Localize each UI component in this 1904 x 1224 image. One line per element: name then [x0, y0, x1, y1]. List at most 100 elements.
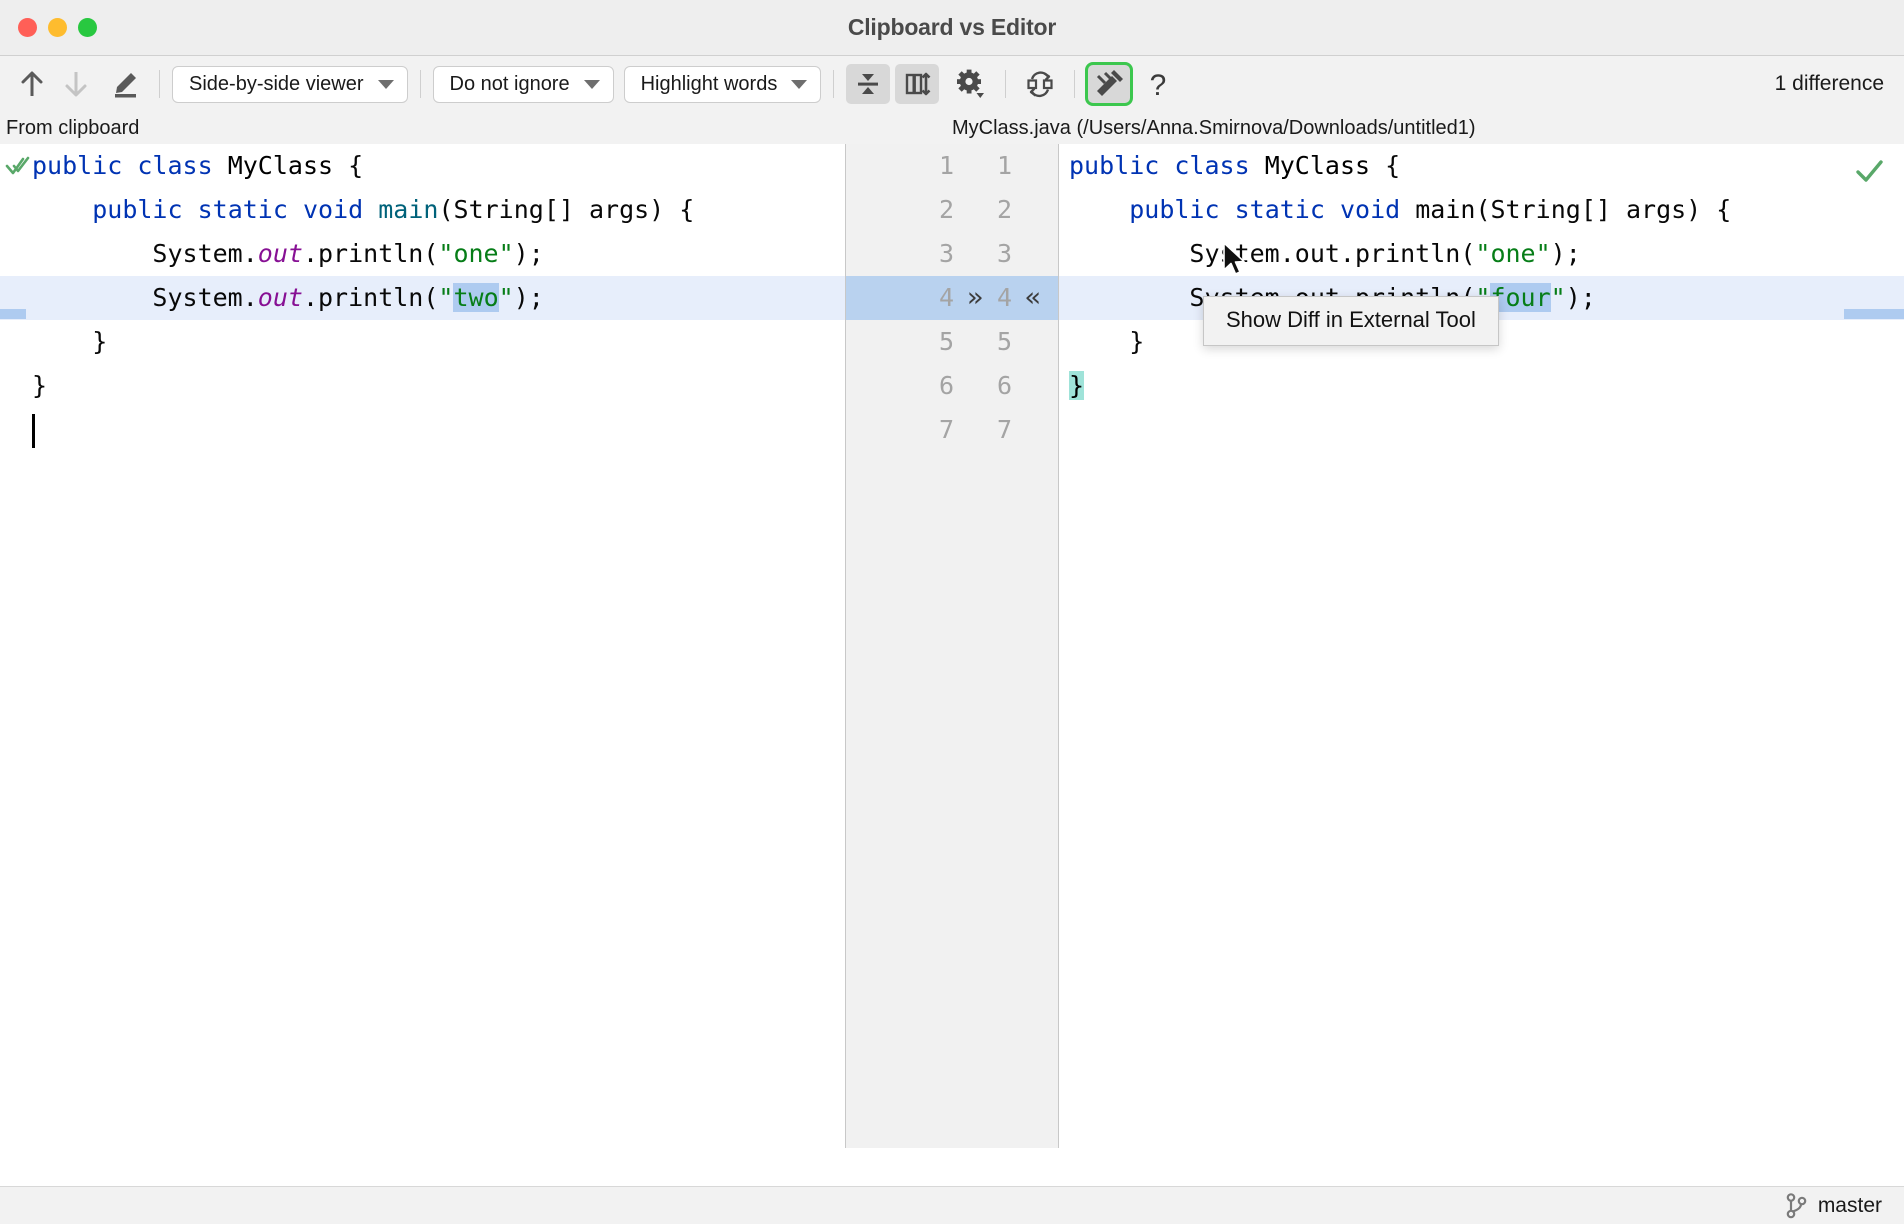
diff-content: public class MyClass { public static voi… — [0, 144, 1904, 1186]
highlight-mode-label: Highlight words — [641, 73, 778, 96]
right-line-number: 3 — [976, 232, 1012, 276]
swap-sides-icon — [1025, 69, 1055, 99]
help-question-icon: ? — [1145, 68, 1171, 100]
accept-left-arrow-icon[interactable]: « — [1018, 276, 1048, 320]
code-token — [1159, 151, 1174, 180]
code-token: } — [32, 371, 47, 400]
chevron-down-icon — [791, 80, 807, 89]
right-pane-title: MyClass.java (/Users/Anna.Smirnova/Downl… — [952, 112, 1476, 144]
gutter-row[interactable]: 33 — [846, 232, 1058, 276]
code-token: System. — [32, 283, 258, 312]
code-token: (String[] args) { — [438, 195, 694, 224]
gear-icon — [955, 68, 987, 100]
synchronize-scrolling-button[interactable] — [895, 64, 939, 104]
code-token — [1325, 195, 1340, 224]
diff-settings-button[interactable] — [949, 64, 993, 104]
gutter-row[interactable]: 77 — [846, 408, 1058, 452]
git-branch-label[interactable]: master — [1818, 1194, 1882, 1218]
code-token: static — [198, 195, 288, 224]
viewer-mode-dropdown[interactable]: Side-by-side viewer — [172, 66, 408, 103]
left-line-number: 2 — [846, 188, 954, 232]
gutter-row[interactable]: 22 — [846, 188, 1058, 232]
code-token: { — [1370, 151, 1400, 180]
right-line-number: 2 — [976, 188, 1012, 232]
left-line-number: 1 — [846, 144, 954, 188]
code-line[interactable]: System.out.println("two"); — [0, 276, 845, 320]
code-line[interactable]: } — [0, 320, 845, 364]
code-line[interactable]: public class MyClass { — [1059, 144, 1904, 188]
left-line-number: 4 — [846, 276, 954, 320]
code-line[interactable]: public class MyClass { — [0, 144, 845, 188]
right-line-number: 6 — [976, 364, 1012, 408]
pane-titles: From clipboard MyClass.java (/Users/Anna… — [0, 112, 1904, 144]
code-token: System. — [32, 239, 258, 268]
code-token: class — [137, 151, 212, 180]
code-token: MyClass — [1265, 151, 1370, 180]
left-code-text[interactable]: public class MyClass { public static voi… — [0, 144, 845, 452]
code-token: public — [92, 195, 182, 224]
code-line[interactable] — [1059, 408, 1904, 452]
code-line[interactable]: System.out.println("one"); — [0, 232, 845, 276]
status-bar: master — [0, 1186, 1904, 1224]
left-line-number: 6 — [846, 364, 954, 408]
diff-gutter[interactable]: 1122334»4«556677 — [845, 144, 1059, 1148]
code-token — [213, 151, 228, 180]
left-diff-marker-stripe — [0, 309, 26, 319]
green-double-check-icon[interactable] — [5, 153, 31, 179]
code-token: static — [1235, 195, 1325, 224]
code-line[interactable]: } — [1059, 364, 1904, 408]
left-editor-pane[interactable]: public class MyClass { public static voi… — [0, 144, 845, 1186]
viewer-mode-label: Side-by-side viewer — [189, 73, 364, 96]
code-token: out — [258, 283, 303, 312]
code-token: System.out.println( — [1069, 239, 1475, 268]
toolbar-separator-3 — [833, 70, 834, 98]
right-line-number: 7 — [976, 408, 1012, 452]
left-line-number: 3 — [846, 232, 954, 276]
diff-toolbar: Side-by-side viewer Do not ignore Highli… — [0, 56, 1904, 112]
gutter-row[interactable]: 4»4« — [846, 276, 1058, 320]
code-line[interactable] — [0, 408, 845, 452]
chevron-down-icon — [378, 80, 394, 89]
swap-sides-button[interactable] — [1018, 64, 1062, 104]
previous-difference-button[interactable] — [10, 64, 54, 104]
code-line[interactable]: } — [0, 364, 845, 408]
code-token: "one" — [438, 239, 513, 268]
code-token — [122, 151, 137, 180]
code-line[interactable]: public static void main(String[] args) { — [1059, 188, 1904, 232]
code-token: ); — [514, 283, 544, 312]
code-token: ); — [1551, 239, 1581, 268]
code-token — [1250, 151, 1265, 180]
pencil-icon — [110, 69, 140, 99]
code-line[interactable]: public static void main(String[] args) { — [0, 188, 845, 232]
ignore-policy-dropdown[interactable]: Do not ignore — [433, 66, 614, 103]
right-line-number: 5 — [976, 320, 1012, 364]
git-branch-icon[interactable] — [1786, 1193, 1808, 1219]
collapse-unchanged-fragments-button[interactable] — [846, 64, 890, 104]
code-token: public — [32, 151, 122, 180]
code-token: two — [453, 283, 498, 312]
gutter-row[interactable]: 66 — [846, 364, 1058, 408]
code-token: four — [1490, 283, 1550, 312]
code-token: { — [333, 151, 363, 180]
code-token: .println( — [303, 283, 438, 312]
collapse-unchanged-fragments-icon — [853, 69, 883, 99]
diff-window: Clipboard vs Editor Side-by-side view — [0, 0, 1904, 1224]
show-diff-in-external-tool-button[interactable] — [1087, 64, 1131, 104]
help-button[interactable]: ? — [1136, 64, 1180, 104]
next-difference-button[interactable] — [54, 64, 98, 104]
green-check-icon[interactable] — [1854, 156, 1884, 186]
code-token — [288, 195, 303, 224]
right-line-number: 4 — [976, 276, 1012, 320]
gutter-row[interactable]: 11 — [846, 144, 1058, 188]
window-title: Clipboard vs Editor — [0, 14, 1904, 41]
toolbar-separator-1 — [159, 70, 160, 98]
edit-content-button[interactable] — [103, 64, 147, 104]
code-line[interactable]: System.out.println("one"); — [1059, 232, 1904, 276]
highlight-mode-dropdown[interactable]: Highlight words — [624, 66, 822, 103]
arrow-up-icon — [19, 69, 45, 99]
code-token: ); — [1566, 283, 1596, 312]
title-bar: Clipboard vs Editor — [0, 0, 1904, 56]
code-token: " — [1551, 283, 1566, 312]
gutter-row[interactable]: 55 — [846, 320, 1058, 364]
left-line-number: 5 — [846, 320, 954, 364]
